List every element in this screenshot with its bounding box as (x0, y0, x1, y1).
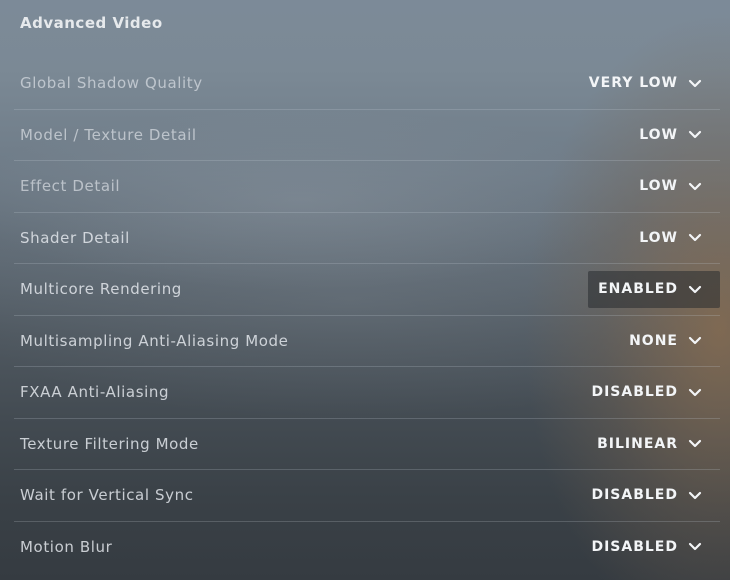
shader-detail-dropdown[interactable]: LOW (629, 220, 720, 257)
advanced-video-panel: Advanced Video Global Shadow Quality VER… (0, 0, 730, 580)
setting-row-msaa-mode: Multisampling Anti-Aliasing Mode NONE (14, 316, 720, 367)
setting-label: Effect Detail (20, 177, 121, 195)
chevron-down-icon (688, 336, 702, 346)
setting-row-model-texture-detail: Model / Texture Detail LOW (14, 110, 720, 161)
dropdown-value: LOW (639, 178, 678, 194)
dropdown-value: NONE (629, 332, 678, 349)
dropdown-value: VERY LOW (588, 75, 678, 91)
setting-row-shader-detail: Shader Detail LOW (14, 213, 720, 264)
fxaa-dropdown[interactable]: DISABLED (581, 374, 720, 411)
setting-label: FXAA Anti-Aliasing (20, 383, 170, 401)
chevron-down-icon (688, 285, 702, 295)
global-shadow-quality-dropdown[interactable]: VERY LOW (579, 65, 720, 102)
dropdown-value: DISABLED (591, 487, 678, 503)
chevron-down-icon (688, 491, 702, 501)
vsync-dropdown[interactable]: DISABLED (581, 477, 720, 514)
dropdown-value: LOW (639, 126, 678, 143)
setting-label: Wait for Vertical Sync (20, 486, 194, 504)
chevron-down-icon (688, 388, 702, 398)
chevron-down-icon (688, 182, 702, 192)
setting-label: Multisampling Anti-Aliasing Mode (20, 331, 289, 350)
setting-label: Global Shadow Quality (20, 74, 203, 92)
model-texture-detail-dropdown[interactable]: LOW (629, 117, 720, 154)
dropdown-value: DISABLED (591, 384, 678, 400)
multicore-rendering-dropdown[interactable]: ENABLED (588, 271, 720, 308)
setting-row-multicore-rendering: Multicore Rendering ENABLED (14, 264, 720, 316)
texture-filtering-dropdown[interactable]: BILINEAR (587, 426, 720, 463)
setting-row-texture-filtering: Texture Filtering Mode BILINEAR (14, 419, 720, 470)
motion-blur-dropdown[interactable]: DISABLED (581, 529, 720, 566)
setting-label: Shader Detail (20, 228, 130, 247)
chevron-down-icon (688, 79, 702, 89)
setting-label: Model / Texture Detail (20, 125, 197, 144)
section-title: Advanced Video (20, 14, 163, 32)
chevron-down-icon (688, 233, 702, 243)
chevron-down-icon (688, 542, 702, 552)
setting-row-effect-detail: Effect Detail LOW (14, 161, 720, 213)
setting-row-motion-blur: Motion Blur DISABLED (14, 522, 720, 574)
setting-row-fxaa: FXAA Anti-Aliasing DISABLED (14, 367, 720, 419)
effect-detail-dropdown[interactable]: LOW (629, 168, 720, 205)
chevron-down-icon (688, 439, 702, 449)
settings-list: Global Shadow Quality VERY LOW Model / T… (0, 58, 730, 573)
setting-row-global-shadow-quality: Global Shadow Quality VERY LOW (14, 58, 720, 110)
setting-label: Multicore Rendering (20, 280, 182, 298)
setting-row-vsync: Wait for Vertical Sync DISABLED (14, 470, 720, 522)
setting-label: Motion Blur (20, 537, 113, 556)
dropdown-value: LOW (639, 229, 678, 246)
dropdown-value: BILINEAR (597, 435, 678, 452)
dropdown-value: DISABLED (591, 538, 678, 555)
setting-label: Texture Filtering Mode (20, 434, 199, 453)
chevron-down-icon (688, 130, 702, 140)
dropdown-value: ENABLED (598, 281, 678, 297)
msaa-mode-dropdown[interactable]: NONE (619, 323, 720, 360)
